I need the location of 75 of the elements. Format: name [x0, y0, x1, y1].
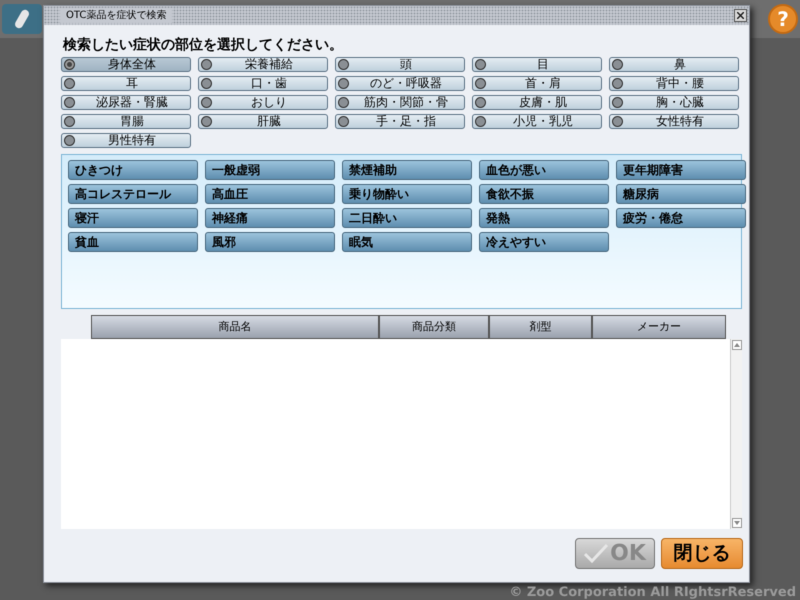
radio-icon — [612, 116, 623, 127]
scroll-up-icon[interactable] — [732, 340, 742, 350]
symptom-button[interactable]: 血色が悪い — [479, 160, 609, 180]
region-radio-button[interactable]: 胸・心臓 — [609, 95, 739, 110]
radio-icon — [338, 59, 349, 70]
region-radio-button[interactable]: 女性特有 — [609, 114, 739, 129]
symptom-button[interactable]: 一般虚弱 — [205, 160, 335, 180]
radio-icon — [338, 78, 349, 89]
column-header[interactable]: メーカー — [592, 315, 726, 339]
radio-icon — [201, 78, 212, 89]
column-header[interactable]: 商品名 — [91, 315, 379, 339]
symptom-button[interactable]: 禁煙補助 — [342, 160, 472, 180]
region-radio-button[interactable]: 背中・腰 — [609, 76, 739, 91]
radio-icon — [64, 97, 75, 108]
window-title: OTC薬品を症状で検索 — [60, 8, 172, 23]
column-header[interactable]: 剤型 — [489, 315, 592, 339]
radio-icon — [201, 97, 212, 108]
region-radio-button[interactable]: 手・足・指 — [335, 114, 465, 129]
pill-button[interactable] — [2, 4, 42, 34]
radio-icon — [475, 59, 486, 70]
radio-icon — [475, 78, 486, 89]
symptom-button[interactable]: ひきつけ — [68, 160, 198, 180]
region-radio-button[interactable]: 目 — [472, 57, 602, 72]
symptom-button[interactable]: 冷えやすい — [479, 232, 609, 252]
symptom-button[interactable]: 貧血 — [68, 232, 198, 252]
region-radio-button[interactable]: 小児・乳児 — [472, 114, 602, 129]
symptom-button[interactable]: 高血圧 — [205, 184, 335, 204]
symptom-button[interactable]: 神経痛 — [205, 208, 335, 228]
symptom-button[interactable]: 食欲不振 — [479, 184, 609, 204]
symptom-button[interactable]: 寝汗 — [68, 208, 198, 228]
close-button[interactable]: 閉じる — [661, 538, 743, 569]
radio-icon — [64, 116, 75, 127]
symptom-button[interactable]: 高コレステロール — [68, 184, 198, 204]
symptom-button[interactable]: 二日酔い — [342, 208, 472, 228]
region-radio-button[interactable]: おしり — [198, 95, 328, 110]
radio-icon — [338, 97, 349, 108]
radio-icon — [475, 97, 486, 108]
region-radio-button[interactable]: 肝臓 — [198, 114, 328, 129]
radio-icon — [64, 59, 75, 70]
symptom-button[interactable]: 糖尿病 — [616, 184, 746, 204]
scroll-down-icon[interactable] — [732, 518, 742, 528]
symptom-button[interactable]: 発熱 — [479, 208, 609, 228]
radio-icon — [64, 78, 75, 89]
check-icon — [584, 544, 608, 563]
close-icon[interactable] — [734, 9, 747, 22]
copyright: © Zoo Corporation All RIghtsrReserved — [509, 584, 796, 600]
symptom-button[interactable]: 風邪 — [205, 232, 335, 252]
region-radio-button[interactable]: のど・呼吸器 — [335, 76, 465, 91]
scrollbar[interactable] — [730, 339, 742, 529]
region-radio-button[interactable]: 頭 — [335, 57, 465, 72]
region-radio-button[interactable]: 口・歯 — [198, 76, 328, 91]
region-radio-button[interactable]: 男性特有 — [61, 133, 191, 148]
symptom-button[interactable]: 乗り物酔い — [342, 184, 472, 204]
radio-icon — [475, 116, 486, 127]
region-radio-button[interactable]: 首・肩 — [472, 76, 602, 91]
symptom-button[interactable]: 眠気 — [342, 232, 472, 252]
region-radio-button[interactable]: 栄養補給 — [198, 57, 328, 72]
region-radio-button[interactable]: 泌尿器・腎臓 — [61, 95, 191, 110]
symptom-button[interactable]: 疲労・倦怠 — [616, 208, 746, 228]
symptom-button[interactable]: 更年期障害 — [616, 160, 746, 180]
radio-icon — [338, 116, 349, 127]
region-radio-button[interactable]: 皮膚・肌 — [472, 95, 602, 110]
radio-icon — [64, 135, 75, 146]
radio-icon — [612, 97, 623, 108]
radio-icon — [201, 59, 212, 70]
region-radio-button[interactable]: 筋肉・関節・骨 — [335, 95, 465, 110]
radio-icon — [201, 116, 212, 127]
region-radio-button[interactable]: 耳 — [61, 76, 191, 91]
radio-icon — [612, 59, 623, 70]
heading: 検索したい症状の部位を選択してください。 — [63, 36, 344, 54]
column-header[interactable]: 商品分類 — [379, 315, 489, 339]
region-radio-button[interactable]: 胃腸 — [61, 114, 191, 129]
region-radio-button[interactable]: 鼻 — [609, 57, 739, 72]
radio-icon — [612, 78, 623, 89]
region-radio-button[interactable]: 身体全体 — [61, 57, 191, 72]
